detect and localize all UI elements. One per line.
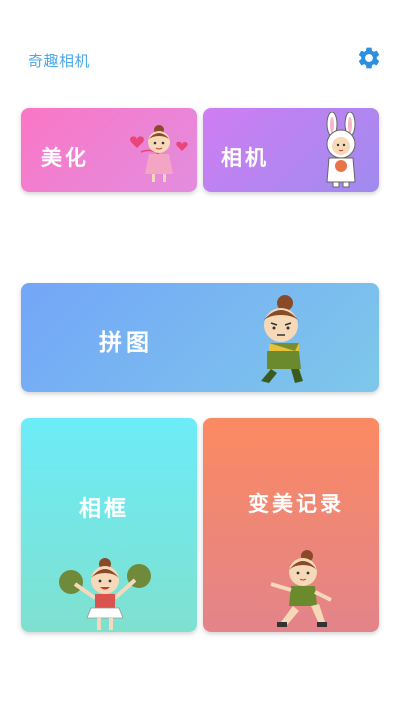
girl-with-hearts-sticker — [130, 125, 188, 182]
running-girl-sticker — [270, 550, 332, 627]
collage-label: 拼图 — [99, 330, 153, 356]
frame-label: 相框 — [79, 497, 130, 522]
beauty-record-label: 变美记录 — [248, 492, 344, 516]
camera-card[interactable]: 相机 — [203, 108, 379, 192]
app-title: 奇趣相机 — [28, 52, 91, 70]
home-screen: 奇趣相机 美化 相机 拼图 相框 变美记录 — [0, 0, 400, 711]
beauty-record-card[interactable]: 变美记录 — [203, 418, 379, 632]
gear-icon — [358, 47, 380, 69]
cheerleader-girl-sticker — [59, 558, 151, 630]
beautify-card[interactable]: 美化 — [21, 108, 197, 192]
collage-card[interactable]: 拼图 — [21, 283, 379, 392]
bunny-costume-kid-sticker — [326, 112, 356, 188]
beautify-label: 美化 — [41, 146, 89, 170]
camera-label: 相机 — [221, 146, 269, 170]
settings-button[interactable] — [356, 45, 382, 71]
frame-card[interactable]: 相框 — [21, 418, 197, 632]
grumpy-girl-sticker — [261, 295, 303, 383]
